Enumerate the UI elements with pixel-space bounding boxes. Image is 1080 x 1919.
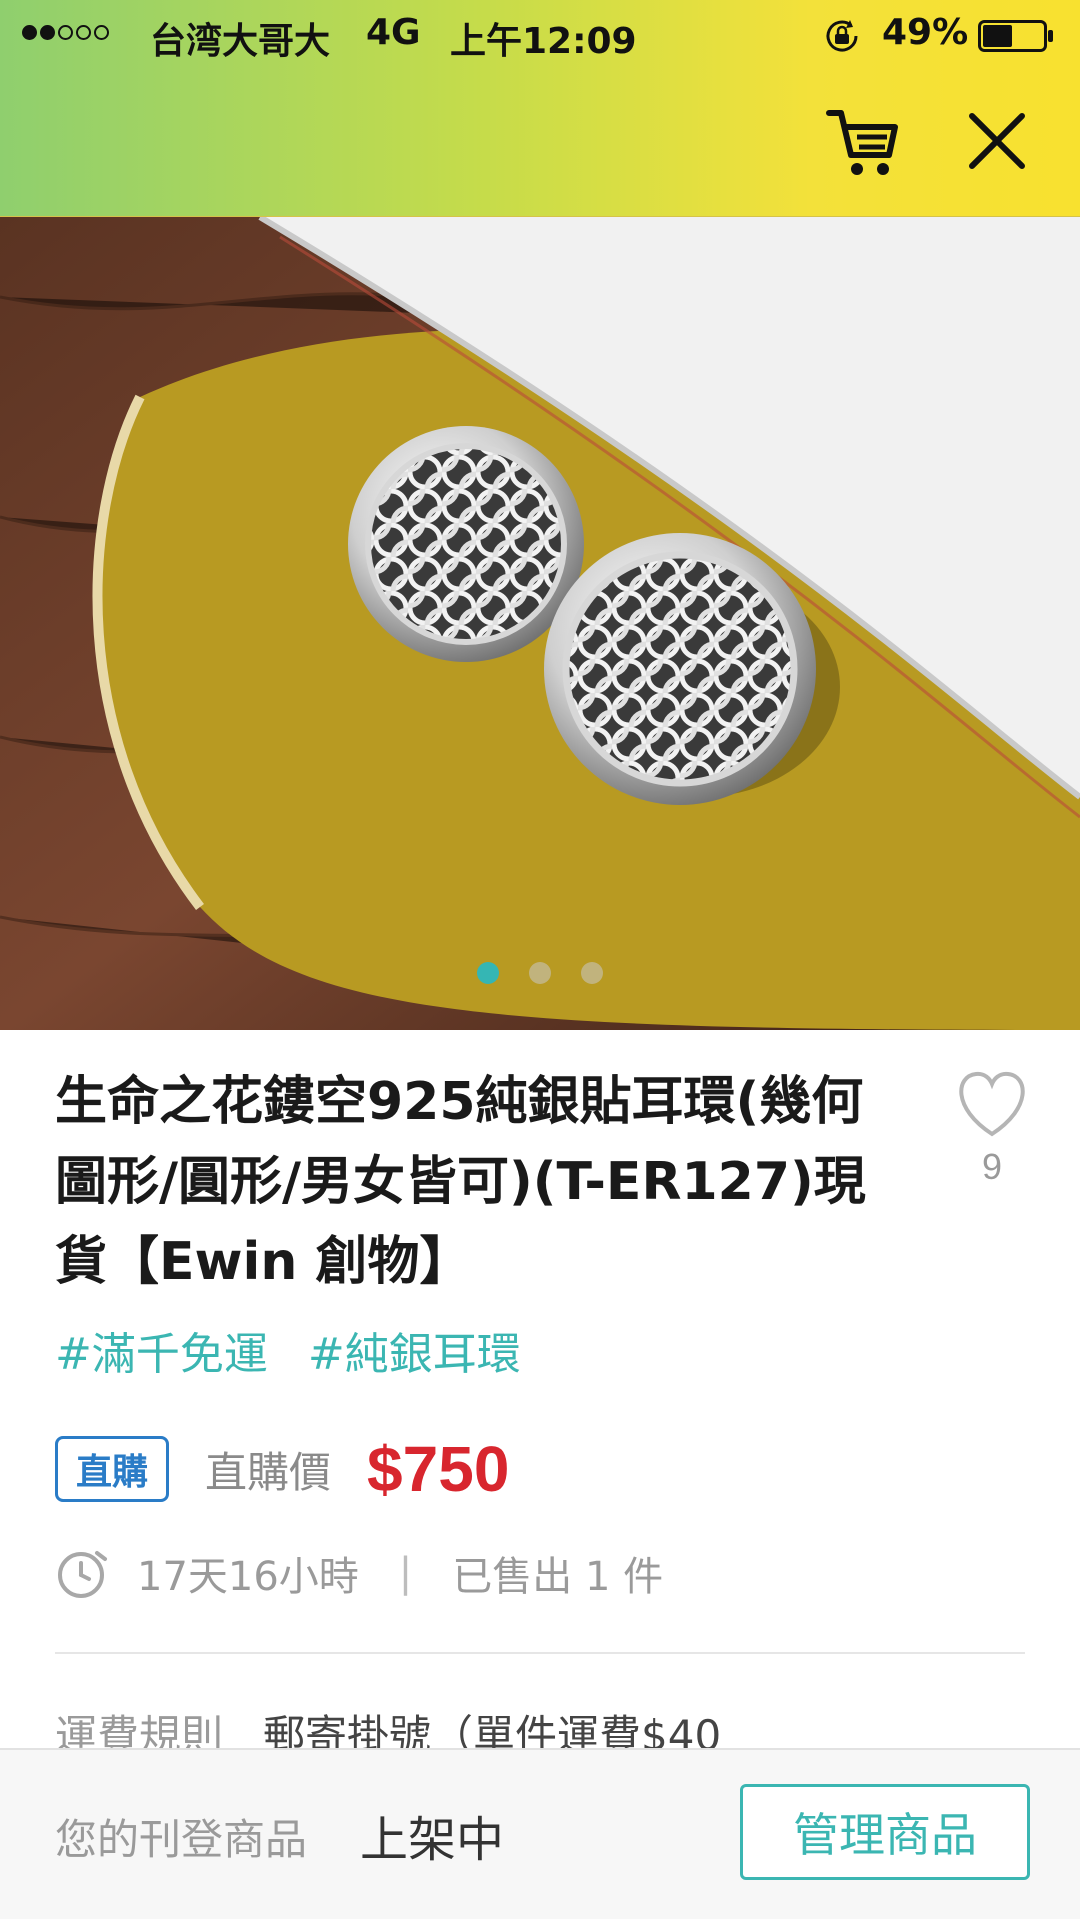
product-title: 生命之花鏤空925純銀貼耳環(幾何圖形/圓形/男女皆可)(T-ER127)現貨【… xyxy=(55,1072,866,1292)
purchase-type-badge: 直購 xyxy=(55,1436,170,1502)
rotation-lock-icon xyxy=(826,20,858,52)
price-label: 直購價 xyxy=(205,1447,332,1497)
time-remaining: 17天16小時 xyxy=(137,1554,359,1600)
favorite-count: 9 xyxy=(981,1146,1003,1187)
sold-count: 已售出 1 件 xyxy=(452,1554,664,1600)
product-photo[interactable] xyxy=(0,217,1080,1030)
carousel-dot[interactable] xyxy=(529,962,551,984)
listing-status: 上架中 xyxy=(360,1812,505,1868)
tag-link[interactable]: #純銀耳環 xyxy=(308,1318,521,1382)
battery-icon xyxy=(978,20,1053,52)
bottom-bar: 您的刊登商品 上架中 管理商品 xyxy=(0,1748,1080,1919)
cart-icon xyxy=(826,110,898,175)
signal-strength-icon xyxy=(22,25,109,40)
earrings-image xyxy=(0,217,1080,1030)
timer-icon xyxy=(58,1551,107,1598)
tag-link[interactable]: #滿千免運 xyxy=(55,1318,268,1382)
carousel-indicator xyxy=(0,962,1080,984)
product-card: 生命之花鏤空925純銀貼耳環(幾何圖形/圓形/男女皆可)(T-ER127)現貨【… xyxy=(0,1032,1080,1760)
carousel-dot[interactable] xyxy=(581,962,603,984)
price-row: 直購 直購價 $750 xyxy=(55,1432,509,1506)
tag-list: #滿千免運 #純銀耳環 xyxy=(55,1318,521,1382)
manage-product-button[interactable]: 管理商品 xyxy=(740,1784,1030,1880)
carrier-name: 台湾大哥大 xyxy=(150,21,331,62)
price-value: $750 xyxy=(367,1433,510,1505)
status-bar: 台湾大哥大 4G 上午12:09 49% xyxy=(0,0,1080,70)
heart-icon xyxy=(959,1071,1025,1137)
section-divider xyxy=(55,1652,1025,1654)
carousel-dot[interactable] xyxy=(477,962,499,984)
sale-meta: 17天16小時 | 已售出 1 件 xyxy=(55,1544,663,1602)
divider-bar: | xyxy=(398,1550,413,1596)
battery-percent: 49% xyxy=(882,12,969,53)
favorite-button[interactable]: 9 xyxy=(952,1070,1032,1188)
status-time: 上午12:09 xyxy=(450,21,637,62)
network-type: 4G xyxy=(366,12,421,53)
top-bar: 台湾大哥大 4G 上午12:09 49% xyxy=(0,0,1080,217)
close-icon xyxy=(969,113,1025,169)
cart-button[interactable] xyxy=(818,96,908,186)
close-button[interactable] xyxy=(952,96,1042,186)
listing-label: 您的刊登商品 xyxy=(55,1815,308,1864)
